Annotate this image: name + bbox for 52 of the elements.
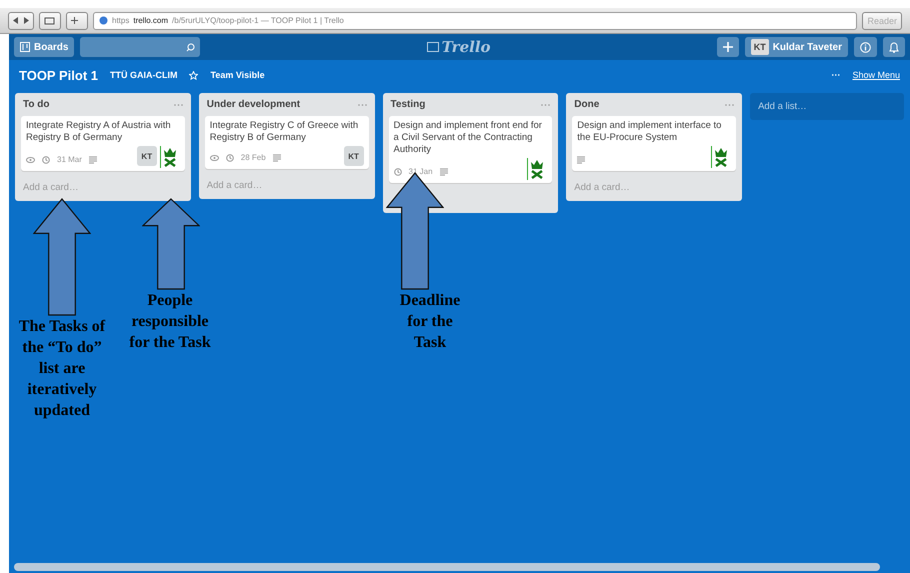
search-icon bbox=[186, 42, 196, 52]
organization-link[interactable]: TTÜ GAIA-CLIM bbox=[110, 70, 178, 80]
address-field[interactable]: https trello.com /b/5rurULYQ/toop-pilot-1 — TOOP Pilot 1 | Trello bbox=[93, 12, 858, 30]
add-tab-button[interactable] bbox=[66, 12, 88, 30]
up-arrow-icon bbox=[142, 198, 200, 290]
add-button[interactable] bbox=[716, 37, 739, 57]
list-title: To do bbox=[23, 99, 50, 110]
globe-icon bbox=[99, 16, 108, 25]
up-arrow-icon bbox=[33, 198, 91, 316]
clock-icon bbox=[42, 156, 50, 164]
list-title: Testing bbox=[390, 99, 426, 110]
list-title: Done bbox=[574, 99, 600, 110]
plus-icon bbox=[71, 17, 78, 24]
clock-icon bbox=[394, 168, 402, 176]
task-card[interactable]: Integrate Registry A of Austria with Registry B of Germany 31 Mar KT bbox=[21, 116, 185, 171]
user-button[interactable]: KT Kuldar Taveter bbox=[744, 37, 848, 57]
card-title: Design and implement front end for a Civil Servant of the Contracting Authority bbox=[394, 120, 543, 156]
plus-icon bbox=[722, 42, 733, 52]
board-icon bbox=[426, 42, 439, 52]
visibility-link[interactable]: Team Visible bbox=[210, 70, 265, 80]
notifications-button[interactable] bbox=[883, 37, 905, 57]
task-card[interactable]: Integrate Registry C of Greece with Registry B of Germany 28 Feb KT bbox=[204, 116, 369, 169]
add-list-link[interactable]: Add a list… bbox=[750, 93, 904, 120]
board-title[interactable]: TOOP Pilot 1 bbox=[19, 68, 98, 82]
member-avatar[interactable]: KT bbox=[344, 146, 364, 166]
card-title: Integrate Registry A of Austria with Registry B of Germany bbox=[26, 120, 172, 144]
annotation-text: Deadline for the Task bbox=[398, 291, 462, 353]
info-button[interactable] bbox=[854, 37, 877, 57]
clock-icon bbox=[226, 154, 234, 162]
star-icon[interactable] bbox=[189, 70, 198, 80]
annotation-text: The Tasks of the “To do” list are iteratively updated bbox=[18, 317, 106, 421]
share-icon bbox=[44, 16, 55, 25]
card-title: Integrate Registry C of Greece with Registry B of Germany bbox=[210, 120, 360, 144]
share-button[interactable] bbox=[39, 12, 61, 30]
trello-logo[interactable]: Trello bbox=[442, 38, 491, 56]
card-title: Design and implement interface to the EU-Procure System bbox=[577, 120, 722, 144]
menu-dots[interactable]: ··· bbox=[831, 70, 840, 80]
task-card[interactable]: Design and implement interface to the EU-Procure System bbox=[572, 116, 736, 171]
member-avatar[interactable]: KT bbox=[136, 146, 157, 166]
scrollbar[interactable] bbox=[14, 563, 880, 571]
show-menu-link[interactable]: Show Menu bbox=[852, 70, 900, 80]
info-icon bbox=[860, 42, 871, 52]
due-date: 31 Mar bbox=[57, 155, 82, 164]
board-icon bbox=[20, 42, 30, 52]
bell-icon bbox=[889, 42, 899, 52]
boards-button[interactable]: Boards bbox=[14, 37, 74, 57]
annotation-text: People responsible for the Task bbox=[128, 291, 212, 353]
search-field[interactable] bbox=[80, 37, 200, 57]
list-title: Under development bbox=[206, 99, 300, 110]
back-forward-icon bbox=[13, 17, 29, 24]
due-date: 28 Feb bbox=[240, 153, 266, 162]
back-forward-button[interactable] bbox=[8, 12, 34, 30]
